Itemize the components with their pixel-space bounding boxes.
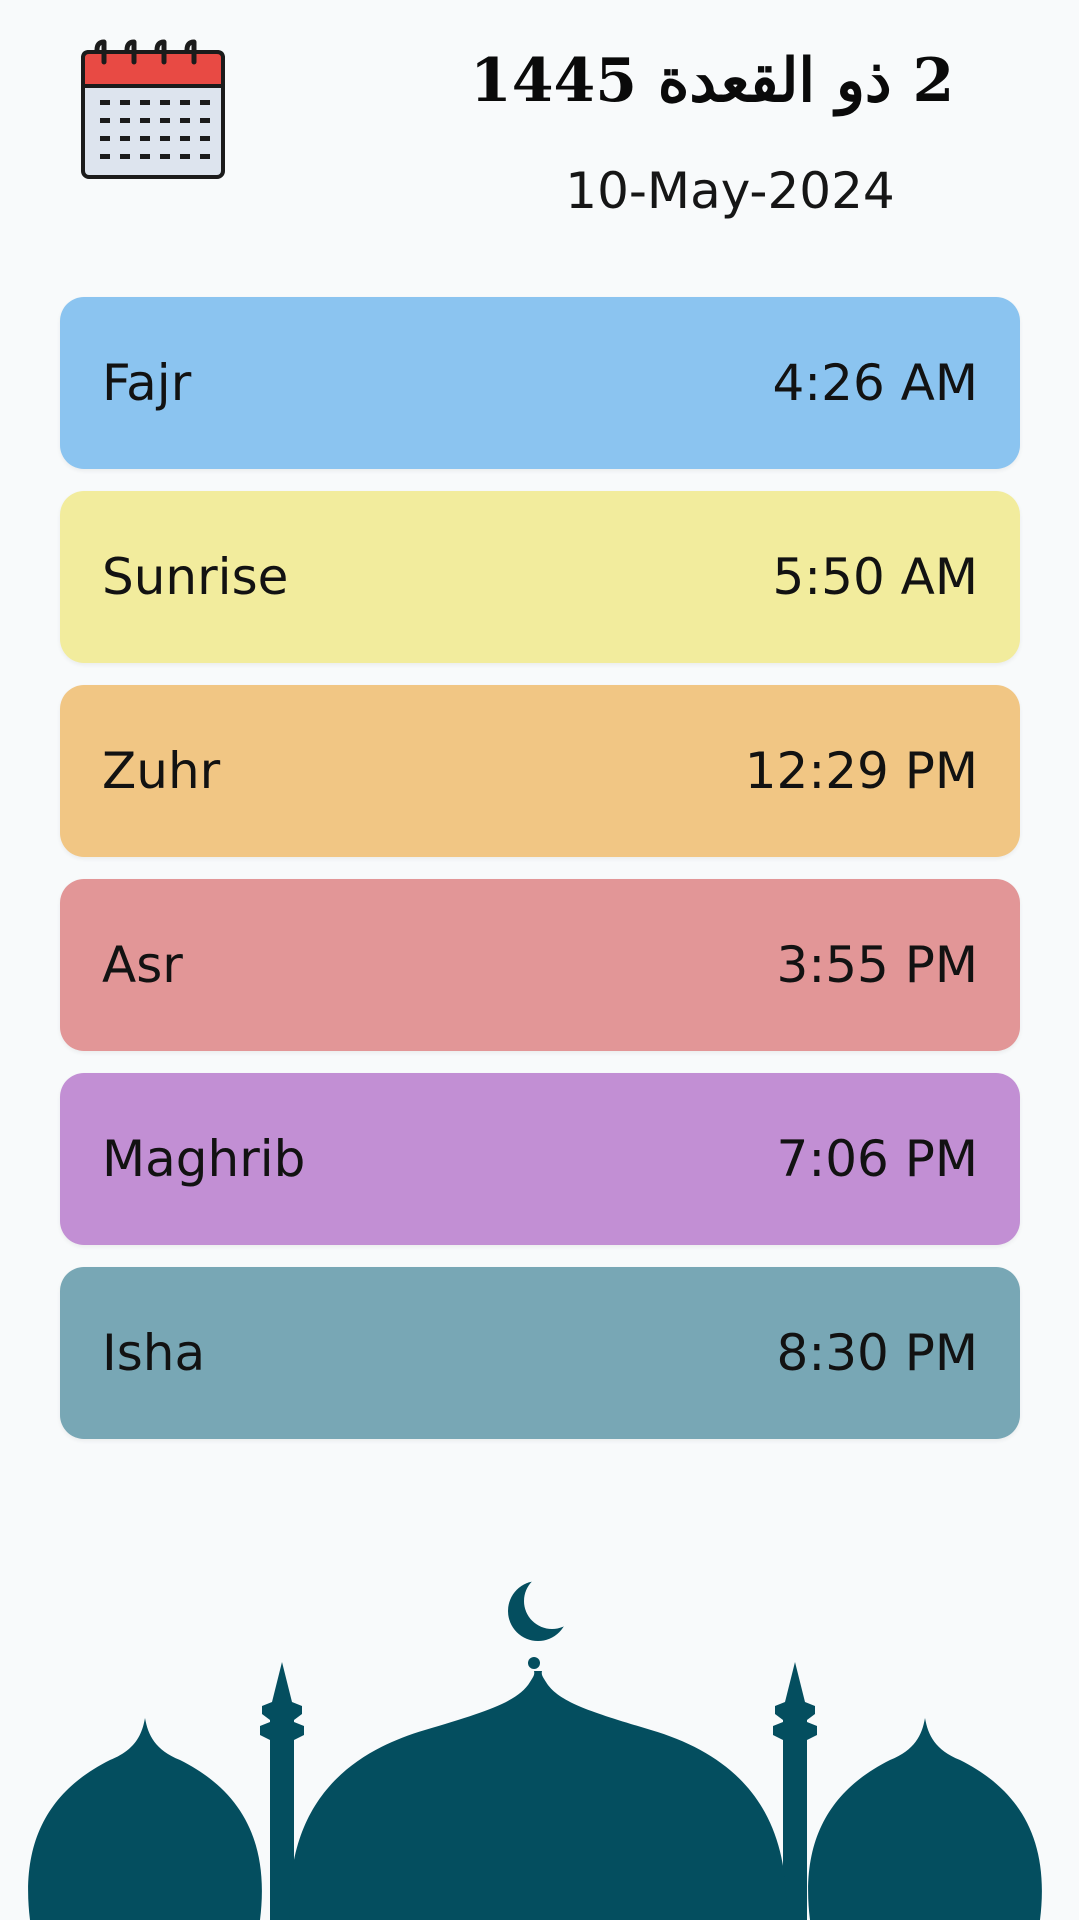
prayer-name: Zuhr (102, 742, 221, 800)
prayer-time: 4:26 AM (772, 354, 978, 412)
prayer-time: 12:29 PM (744, 742, 978, 800)
prayer-times-list: Fajr 4:26 AM Sunrise 5:50 AM Zuhr 12:29 … (60, 297, 1020, 1461)
prayer-name: Asr (102, 936, 183, 994)
calendar-icon[interactable] (78, 32, 228, 182)
prayer-name: Maghrib (102, 1130, 306, 1188)
prayer-name: Fajr (102, 354, 192, 412)
prayer-name: Isha (102, 1324, 206, 1382)
mosque-silhouette-icon (28, 1573, 1042, 1920)
prayer-time: 8:30 PM (776, 1324, 978, 1382)
hijri-date: 2 ذو القعدة 1445 (470, 46, 955, 116)
prayer-time: 5:50 AM (772, 548, 978, 606)
prayer-times-screen: 2 ذو القعدة 1445 10-May-2024 Fajr 4:26 A… (0, 0, 1079, 1920)
prayer-time: 3:55 PM (776, 936, 978, 994)
crescent-icon (508, 1573, 580, 1641)
prayer-row-asr[interactable]: Asr 3:55 PM (60, 879, 1020, 1051)
prayer-row-fajr[interactable]: Fajr 4:26 AM (60, 297, 1020, 469)
prayer-row-isha[interactable]: Isha 8:30 PM (60, 1267, 1020, 1439)
prayer-row-zuhr[interactable]: Zuhr 12:29 PM (60, 685, 1020, 857)
prayer-time: 7:06 PM (776, 1130, 978, 1188)
prayer-row-maghrib[interactable]: Maghrib 7:06 PM (60, 1073, 1020, 1245)
gregorian-date: 10-May-2024 (565, 162, 895, 220)
prayer-name: Sunrise (102, 548, 289, 606)
prayer-row-sunrise[interactable]: Sunrise 5:50 AM (60, 491, 1020, 663)
